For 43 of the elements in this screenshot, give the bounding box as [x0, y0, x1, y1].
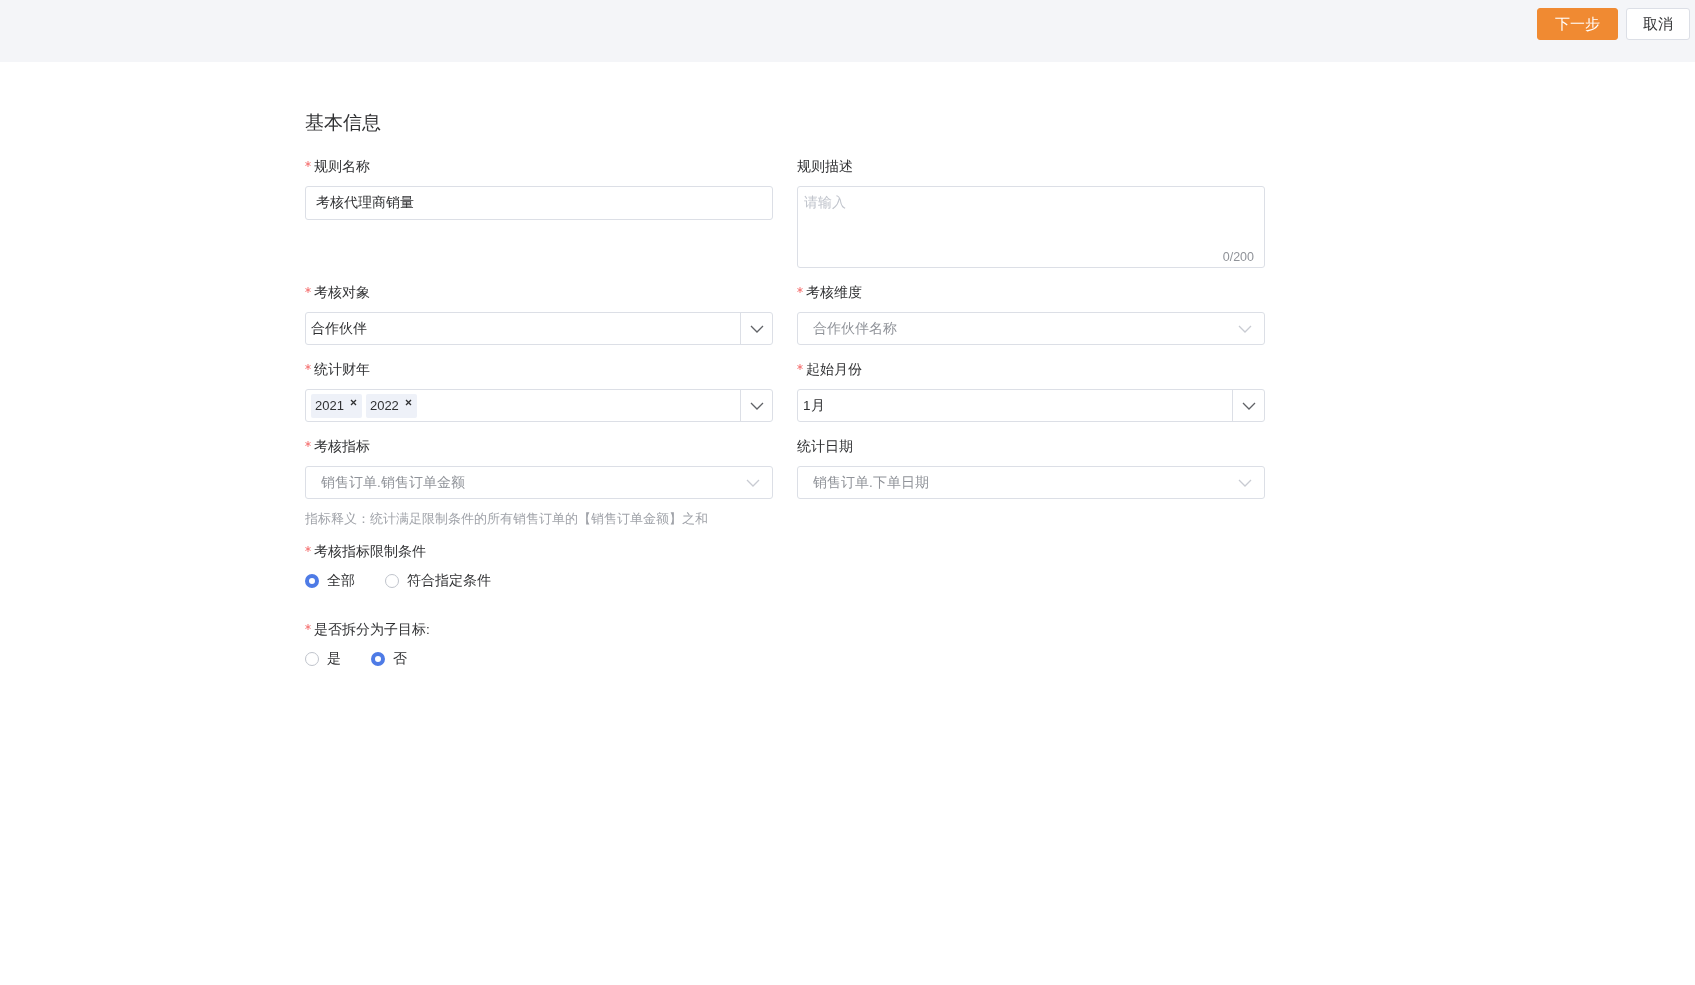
radio-option[interactable]: 否 — [371, 650, 407, 668]
chevron-down-icon — [746, 478, 760, 487]
text-input-field[interactable]: 考核代理商销量 — [305, 186, 773, 220]
tag-text: 2021 — [315, 398, 344, 413]
field-label: 起始月份 — [806, 361, 862, 379]
field-label: 规则描述 — [797, 158, 853, 176]
placeholder-text: 请输入 — [804, 194, 847, 212]
field-label: 考核维度 — [806, 284, 862, 302]
chevron-down-icon — [749, 324, 764, 333]
select-value: 销售订单.下单日期 — [813, 473, 929, 492]
select-value: 合作伙伴名称 — [813, 319, 897, 338]
field-label: 是否拆分为子目标: — [314, 621, 430, 639]
chevron-down-icon — [1238, 478, 1252, 487]
radio-option[interactable]: 全部 — [305, 572, 355, 590]
chevron-down-icon — [1241, 401, 1256, 410]
chevron-down-icon — [1238, 324, 1252, 333]
radio-button[interactable] — [305, 652, 319, 666]
tag-text: 2022 — [369, 398, 399, 413]
select-value: 销售订单.销售订单金额 — [321, 473, 465, 492]
select-field[interactable]: 合作伙伴 — [305, 312, 773, 345]
field-label: 规则名称 — [314, 158, 370, 176]
close-icon[interactable] — [349, 399, 357, 406]
field-label: 统计财年 — [314, 361, 370, 379]
field-label: 考核指标 — [314, 438, 370, 456]
radio-button[interactable] — [305, 574, 319, 588]
select-field[interactable]: 1月 — [797, 389, 1265, 422]
input-value: 考核代理商销量 — [316, 194, 414, 212]
field-label: 考核指标限制条件 — [314, 543, 426, 561]
radio-button[interactable] — [385, 574, 399, 588]
radio-button[interactable] — [371, 652, 385, 666]
radio-option[interactable]: 是 — [305, 650, 341, 668]
close-icon[interactable] — [404, 399, 412, 406]
field-label: 统计日期 — [797, 438, 853, 456]
chevron-down-icon — [749, 401, 764, 410]
select-value: 合作伙伴 — [310, 319, 367, 338]
select-value: 1月 — [802, 396, 825, 415]
radio-option[interactable]: 符合指定条件 — [385, 572, 491, 590]
multi-select-field[interactable]: 2021 2022 — [305, 389, 773, 422]
character-counter: 0/200 — [1222, 250, 1254, 264]
cancel-button[interactable]: 取消 — [1626, 8, 1690, 40]
field-label: 考核对象 — [314, 284, 370, 302]
section-title: 基本信息 — [305, 111, 382, 135]
hint-text: 指标释义：统计满足限制条件的所有销售订单的【销售订单金额】之和 — [305, 511, 708, 528]
